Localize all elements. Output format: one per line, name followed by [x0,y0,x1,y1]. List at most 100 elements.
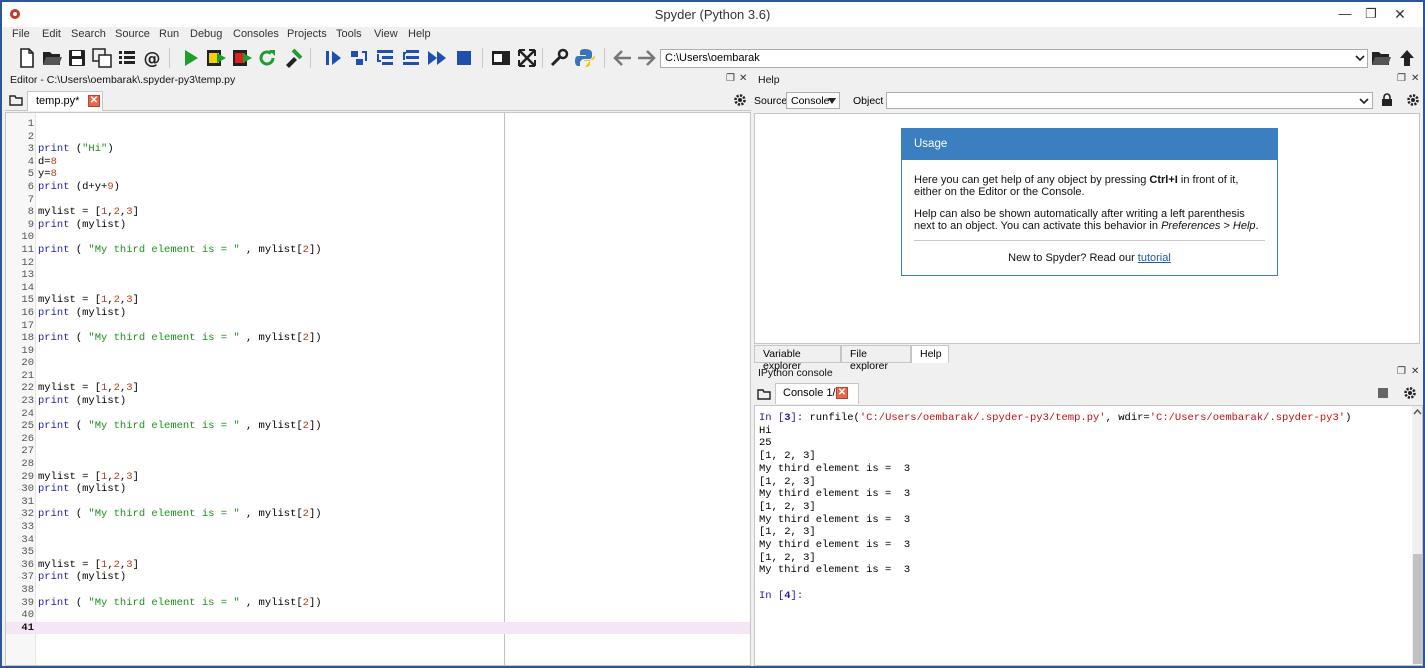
code-line[interactable]: 37 print (mylist) [6,571,750,584]
save-all-icon[interactable] [91,47,113,69]
close-tab-icon[interactable]: ✕ [836,387,848,399]
code-line[interactable]: 2 [6,131,750,144]
tab-temp-py[interactable]: temp.py* ✕ [27,91,103,111]
lock-icon[interactable] [1381,93,1393,107]
code-line[interactable]: 14 [6,282,750,295]
close-button[interactable]: ✕ [1383,5,1417,23]
menu-tools[interactable]: Tools [336,28,362,40]
stop-debug-icon[interactable] [453,47,475,69]
code-line[interactable]: 15 mylist = [1,2,3] [6,294,750,307]
code-line[interactable]: 29 mylist = [1,2,3] [6,471,750,484]
code-line[interactable]: 21 [6,370,750,383]
code-line[interactable]: 17 [6,320,750,333]
open-folder-icon[interactable] [41,47,63,69]
menu-debug[interactable]: Debug [190,28,222,40]
debug-icon[interactable] [322,47,344,69]
close-pane-icon[interactable]: ✕ [1411,366,1419,377]
working-directory-input[interactable]: C:\Users\oembarak [660,49,1368,68]
console-output[interactable]: In [3]: runfile('C:/Users/oembarak/.spyd… [754,405,1423,666]
stop-icon[interactable] [1377,387,1389,399]
close-pane-icon[interactable]: ✕ [739,73,747,84]
code-line[interactable]: 38 [6,584,750,597]
code-line[interactable]: 22 mylist = [1,2,3] [6,382,750,395]
source-select[interactable]: Console [786,92,840,109]
code-line[interactable]: 24 [6,408,750,421]
code-line[interactable]: 35 [6,546,750,559]
preferences-icon[interactable] [548,47,570,69]
tab-help[interactable]: Help [911,345,949,363]
menu-projects[interactable]: Projects [287,28,327,40]
at-icon[interactable]: @ [141,47,163,69]
menu-edit[interactable]: Edit [42,28,61,40]
undock-icon[interactable]: ❐ [726,73,735,84]
tab-variable-explorer[interactable]: Variable explorer [754,345,841,372]
code-line[interactable]: 33 [6,521,750,534]
code-line[interactable]: 20 [6,357,750,370]
step-into-icon[interactable] [374,47,396,69]
code-line[interactable]: 9 print (mylist) [6,219,750,232]
menu-source[interactable]: Source [115,28,150,40]
object-input[interactable] [886,92,1373,109]
menu-run[interactable]: Run [159,28,179,40]
console-scrollbar[interactable] [1412,406,1422,665]
code-line[interactable]: 34 [6,534,750,547]
browse-tabs-icon[interactable] [9,93,23,106]
code-line[interactable]: 16 print (mylist) [6,307,750,320]
code-line[interactable]: 28 [6,458,750,471]
close-pane-icon[interactable]: ✕ [1411,73,1419,84]
run-cell-icon[interactable] [205,47,227,69]
code-line[interactable]: 4 d=8 [6,156,750,169]
code-line[interactable]: 19 [6,345,750,358]
fullscreen-icon[interactable] [516,47,538,69]
configure-run-icon[interactable] [282,47,304,69]
minimize-button[interactable]: — [1332,5,1358,23]
menu-view[interactable]: View [374,28,398,40]
browse-icon[interactable] [1370,47,1392,69]
code-line[interactable]: 8 mylist = [1,2,3] [6,206,750,219]
step-return-icon[interactable] [400,47,422,69]
gear-icon[interactable] [1403,386,1417,400]
undock-icon[interactable]: ❐ [1397,366,1406,377]
code-line[interactable]: 1 [6,118,750,131]
code-line[interactable]: 13 [6,269,750,282]
continue-icon[interactable] [426,47,448,69]
code-line[interactable]: 7 [6,194,750,207]
menu-search[interactable]: Search [71,28,106,40]
tutorial-link[interactable]: tutorial [1138,252,1171,264]
code-line[interactable]: 27 [6,445,750,458]
code-line[interactable]: 18 print ( "My third element is = " , myl… [6,332,750,345]
gear-icon[interactable] [733,93,747,107]
scrollbar-thumb[interactable] [1413,554,1422,664]
code-line[interactable]: 36 mylist = [1,2,3] [6,559,750,572]
gear-icon[interactable] [1406,93,1420,107]
close-tab-icon[interactable]: ✕ [88,95,100,107]
code-line[interactable]: 41 [6,621,750,635]
code-line[interactable]: 32 print ( "My third element is = " , myl… [6,508,750,521]
tab-file-explorer[interactable]: File explorer [841,345,911,372]
menu-consoles[interactable]: Consoles [233,28,279,40]
save-icon[interactable] [66,47,88,69]
code-line[interactable]: 31 [6,496,750,509]
outline-icon[interactable] [116,47,138,69]
code-line[interactable]: 6 print (d+y+9) [6,181,750,194]
run-cell-advance-icon[interactable] [231,47,253,69]
code-line[interactable]: 40 [6,609,750,622]
back-icon[interactable] [612,47,634,69]
code-editor[interactable]: 1 2 3 print ("Hi") 4 d=8 5 y=8 6 print (d+y+9) 7 8 m… [5,112,751,666]
python-path-icon[interactable] [574,47,596,69]
run-icon[interactable] [180,47,202,69]
step-icon[interactable] [348,47,370,69]
menu-help[interactable]: Help [408,28,431,40]
code-line[interactable]: 30 print (mylist) [6,483,750,496]
code-line[interactable]: 25 print ( "My third element is = " , myl… [6,420,750,433]
code-line[interactable]: 10 [6,231,750,244]
scroll-up-icon[interactable] [1413,408,1422,415]
forward-icon[interactable] [635,47,657,69]
code-line[interactable]: 11 print ( "My third element is = " , myl… [6,244,750,257]
menu-file[interactable]: File [12,28,30,40]
code-line[interactable]: 39 print ( "My third element is = " , myl… [6,597,750,610]
code-line[interactable]: 5 y=8 [6,168,750,181]
browse-tabs-icon[interactable] [757,387,771,400]
parent-dir-icon[interactable] [1396,47,1418,69]
code-line[interactable]: 12 [6,257,750,270]
